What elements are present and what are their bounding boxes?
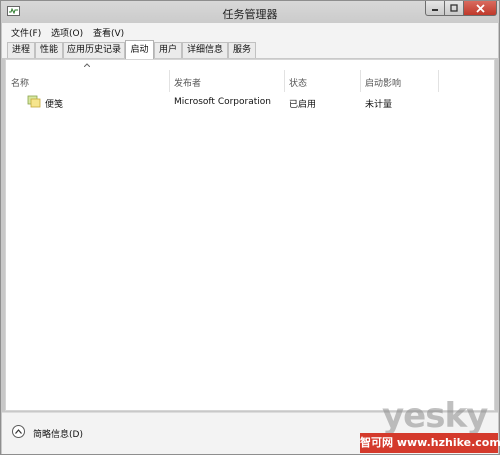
close-icon (475, 3, 485, 13)
table-row[interactable]: 便笺 Microsoft Corporation 已启用 未计量 (6, 93, 494, 111)
tab-app-history[interactable]: 应用历史记录 (63, 42, 125, 58)
minimize-button[interactable] (425, 1, 445, 16)
task-manager-window: 任务管理器 文件(F) 选项(O) 查看(V) 进程 性能 应用历史记录 启动 … (0, 0, 500, 455)
title-bar[interactable]: 任务管理器 (1, 1, 499, 23)
startup-item-name: 便笺 (45, 100, 64, 110)
menu-view[interactable]: 查看(V) (93, 26, 124, 39)
maximize-button[interactable] (444, 1, 464, 16)
startup-item-status: 已启用 (289, 100, 317, 110)
tab-users[interactable]: 用户 (154, 42, 182, 58)
menu-file[interactable]: 文件(F) (11, 26, 41, 39)
column-divider[interactable] (438, 70, 439, 92)
startup-list-panel: 名称 发布者 状态 启动影响 便笺 Microsoft Corporation … (5, 59, 495, 411)
column-header-status[interactable]: 状态 (289, 76, 307, 89)
tab-processes[interactable]: 进程 (7, 42, 35, 58)
tab-services[interactable]: 服务 (228, 42, 256, 58)
startup-item-publisher: Microsoft Corporation (174, 97, 271, 107)
watermark-logo: yesky (382, 396, 488, 436)
chevron-up-icon (15, 429, 22, 434)
tab-details[interactable]: 详细信息 (182, 42, 228, 58)
fewer-details-link[interactable]: 简略信息(D) (33, 427, 83, 440)
menu-bar: 文件(F) 选项(O) 查看(V) (2, 23, 498, 40)
maximize-icon (450, 4, 458, 12)
fewer-details-button[interactable] (12, 425, 25, 438)
column-divider[interactable] (284, 70, 285, 92)
tab-startup[interactable]: 启动 (125, 40, 154, 59)
minimize-icon (432, 9, 438, 11)
column-header-name[interactable]: 名称 (11, 76, 29, 89)
close-button[interactable] (463, 1, 497, 16)
sort-ascending-icon[interactable] (84, 63, 90, 67)
startup-item-impact: 未计量 (365, 100, 393, 110)
menu-options[interactable]: 选项(O) (51, 26, 83, 39)
tab-strip: 进程 性能 应用历史记录 启动 用户 详细信息 服务 (2, 40, 498, 59)
watermark-site: 智可网 www.hzhike.com (360, 433, 500, 453)
column-divider[interactable] (360, 70, 361, 92)
column-header-startup-impact[interactable]: 启动影响 (365, 76, 401, 89)
column-header-publisher[interactable]: 发布者 (174, 76, 201, 89)
tab-performance[interactable]: 性能 (35, 42, 63, 58)
sticky-notes-icon (27, 95, 41, 108)
column-divider[interactable] (169, 70, 170, 92)
